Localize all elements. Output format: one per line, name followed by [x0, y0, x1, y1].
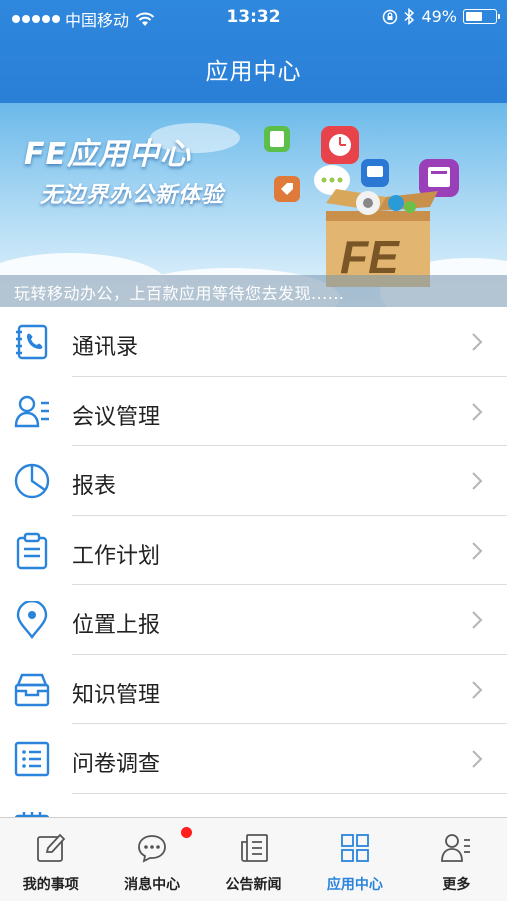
list-item-label: 位置上报: [72, 613, 161, 638]
tab-announcements[interactable]: 公告新闻: [203, 818, 304, 901]
chevron-right-icon: [472, 541, 483, 560]
edit-icon: [36, 833, 65, 862]
chevron-right-icon: [472, 472, 483, 490]
rotation-lock-icon: [383, 9, 398, 24]
tab-label: 我的事项: [22, 877, 79, 893]
inbox-icon: [14, 673, 50, 706]
status-right: 49%: [382, 7, 500, 26]
tab-more[interactable]: 更多: [406, 818, 507, 901]
list-item-contacts[interactable]: 通讯录: [0, 307, 507, 377]
clipboard-icon: [16, 532, 48, 569]
banner-caption: 玩转移动办公，上百款应用等待您去发现......: [14, 284, 345, 303]
list-item-label: 通讯录: [72, 335, 139, 360]
header: 中国移动 13:32 49% 应用中心: [0, 0, 507, 103]
more-icon: [441, 834, 471, 862]
tab-app-center[interactable]: 应用中心: [304, 818, 405, 901]
page-title: 应用中心: [205, 59, 302, 85]
banner-title: FE应用中心: [24, 137, 191, 172]
tab-my-items[interactable]: 我的事项: [0, 818, 101, 901]
list-item-label: 问卷调查: [72, 752, 161, 777]
banner-subtitle: 无边界办公新体验: [40, 183, 225, 208]
meeting-icon: [14, 395, 49, 427]
tab-label: 公告新闻: [225, 877, 282, 893]
list-item-label: 工作计划: [72, 543, 161, 569]
unread-badge: [181, 827, 193, 838]
bluetooth-icon: [404, 8, 415, 25]
tab-label: 消息中心: [124, 877, 181, 893]
contacts-icon: [16, 324, 48, 360]
chevron-right-icon: [472, 611, 483, 629]
list-item-location-report[interactable]: 位置上报: [0, 585, 507, 655]
list-item-survey[interactable]: 问卷调查: [0, 724, 507, 794]
list-item-label: 报表: [72, 474, 117, 499]
tab-bar: 我的事项 消息中心 公告新闻 应用中心 更多: [0, 817, 507, 901]
tag-app-icon: [274, 176, 300, 202]
location-pin-icon: [16, 601, 48, 639]
tab-label: 更多: [442, 877, 471, 893]
app-list: 通讯录 会议管理 报表 工作计划 位置上报 知识管理 问卷调查: [0, 307, 507, 817]
grid-icon: [341, 834, 369, 862]
chevron-right-icon: [472, 402, 483, 421]
list-item-reports[interactable]: 报表: [0, 446, 507, 516]
list-item-work-plan[interactable]: 工作计划: [0, 516, 507, 585]
tab-messages[interactable]: 消息中心: [101, 818, 202, 901]
battery-icon: [463, 9, 500, 24]
pie-chart-icon: [14, 463, 50, 499]
list-item-meeting[interactable]: 会议管理: [0, 377, 507, 446]
chevron-right-icon: [472, 333, 483, 351]
list-icon: [14, 741, 50, 777]
chevron-right-icon: [472, 750, 483, 768]
chat-bubble-icon: [138, 835, 167, 863]
battery-percent: 49%: [421, 7, 457, 26]
list-item-knowledge[interactable]: 知识管理: [0, 655, 507, 724]
banner-caption-bar: 玩转移动办公，上百款应用等待您去发现......: [0, 275, 507, 307]
list-item-partial[interactable]: [0, 794, 507, 817]
calculator-app-icon: [264, 126, 290, 152]
promo-banner[interactable]: FE应用中心 无边界办公新体验 FE 玩转移动办公，上百款应用等待您去发现...…: [0, 103, 507, 307]
tab-label: 应用中心: [326, 877, 383, 893]
list-item-label: 知识管理: [72, 682, 161, 708]
clock-app-icon: [321, 126, 359, 164]
list-item-label: 会议管理: [72, 404, 161, 430]
calendar-icon: [14, 811, 50, 817]
news-icon: [240, 834, 268, 862]
chevron-right-icon: [472, 680, 483, 699]
status-bar: 中国移动 13:32 49%: [0, 0, 507, 36]
